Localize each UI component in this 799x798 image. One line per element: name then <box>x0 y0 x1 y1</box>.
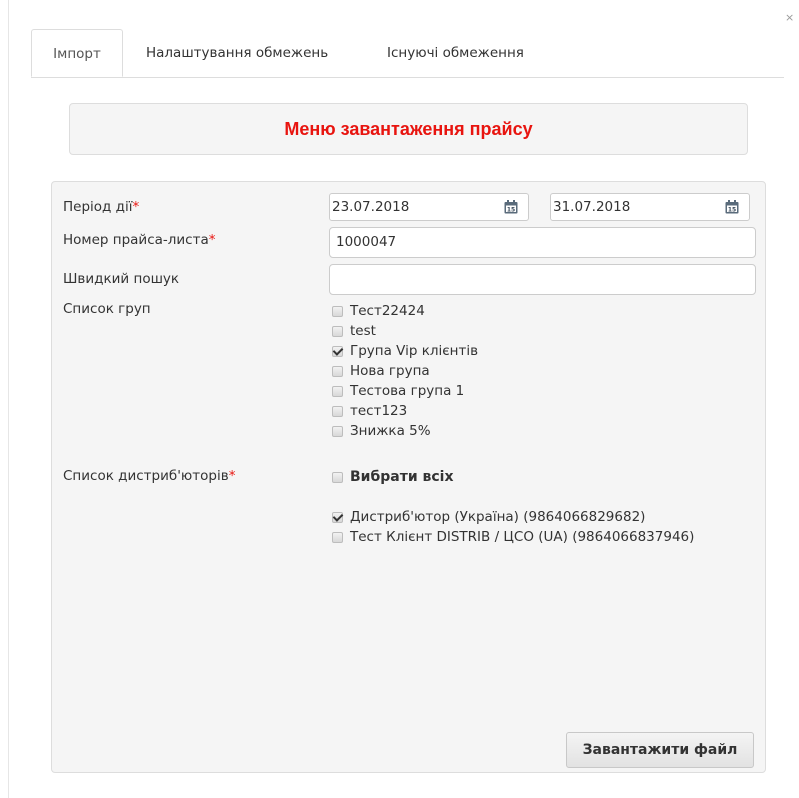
upload-file-button[interactable]: Завантажити файл <box>566 732 754 768</box>
header-banner: Меню завантаження прайсу <box>69 103 748 155</box>
distributors-label: Список дистриб'юторів* <box>63 468 236 484</box>
group-checkbox-item[interactable]: тест123 <box>332 402 407 420</box>
group-label: Нова група <box>350 363 430 379</box>
distributor-label: Дистриб'ютор (Україна) (9864066829682) <box>350 509 646 525</box>
group-checkbox-item[interactable]: test <box>332 322 376 340</box>
groups-label: Список груп <box>63 301 151 317</box>
checkbox[interactable] <box>332 471 343 483</box>
checkbox[interactable] <box>332 325 343 337</box>
tab-existing-restrictions[interactable]: Існуючі обмеження <box>387 29 524 77</box>
distributor-label: Тест Клієнт DISTRIB / ЦСО (UA) (98640668… <box>350 529 695 545</box>
distributor-checkbox-item[interactable]: Дистриб'ютор (Україна) (9864066829682) <box>332 508 645 526</box>
checkbox[interactable] <box>332 511 343 523</box>
group-label: Тестова група 1 <box>350 383 465 399</box>
date-from-field[interactable]: 23.07.2018 15 <box>329 193 529 221</box>
calendar-icon[interactable]: 15 <box>504 200 518 214</box>
group-checkbox-item[interactable]: Тест22424 <box>332 302 425 320</box>
price-list-number-label: Номер прайса-листа* <box>63 232 216 248</box>
select-all-label: Вибрати всіх <box>350 469 454 485</box>
svg-text:15: 15 <box>728 206 736 213</box>
group-checkbox-item[interactable]: Знижка 5% <box>332 422 431 440</box>
svg-text:15: 15 <box>507 206 515 213</box>
tab-restriction-settings[interactable]: Налаштування обмежень <box>146 29 328 77</box>
dialog-left-border <box>8 0 9 798</box>
group-checkbox-item[interactable]: Група Vip клієнтів <box>332 342 478 360</box>
quick-search-label: Швидкий пошук <box>63 271 180 287</box>
calendar-icon[interactable]: 15 <box>725 200 739 214</box>
checkbox[interactable] <box>332 531 343 543</box>
quick-search-input[interactable] <box>329 264 756 295</box>
page-title: Меню завантаження прайсу <box>284 119 533 139</box>
group-label: test <box>350 323 376 339</box>
date-to-field[interactable]: 31.07.2018 15 <box>550 193 750 221</box>
distributor-checkbox-item[interactable]: Тест Клієнт DISTRIB / ЦСО (UA) (98640668… <box>332 528 694 546</box>
group-checkbox-item[interactable]: Тестова група 1 <box>332 382 464 400</box>
group-label: тест123 <box>350 403 408 419</box>
group-label: Група Vip клієнтів <box>350 343 479 359</box>
price-list-number-input[interactable]: 1000047 <box>329 227 756 258</box>
checkbox[interactable] <box>332 425 343 437</box>
tab-import[interactable]: Імпорт <box>31 29 123 77</box>
group-label: Знижка 5% <box>350 423 431 439</box>
tab-bar: Імпорт Налаштування обмежень Існуючі обм… <box>31 29 784 78</box>
select-all-checkbox-item[interactable]: Вибрати всіх <box>332 468 454 486</box>
checkbox[interactable] <box>332 305 343 317</box>
group-checkbox-item[interactable]: Нова група <box>332 362 430 380</box>
checkbox[interactable] <box>332 365 343 377</box>
period-label: Період дії* <box>63 199 140 215</box>
checkbox[interactable] <box>332 405 343 417</box>
checkbox[interactable] <box>332 345 343 357</box>
date-to-value: 31.07.2018 <box>553 199 631 215</box>
close-icon[interactable]: × <box>785 12 794 23</box>
checkbox[interactable] <box>332 385 343 397</box>
group-label: Тест22424 <box>350 303 425 319</box>
date-from-value: 23.07.2018 <box>332 199 410 215</box>
